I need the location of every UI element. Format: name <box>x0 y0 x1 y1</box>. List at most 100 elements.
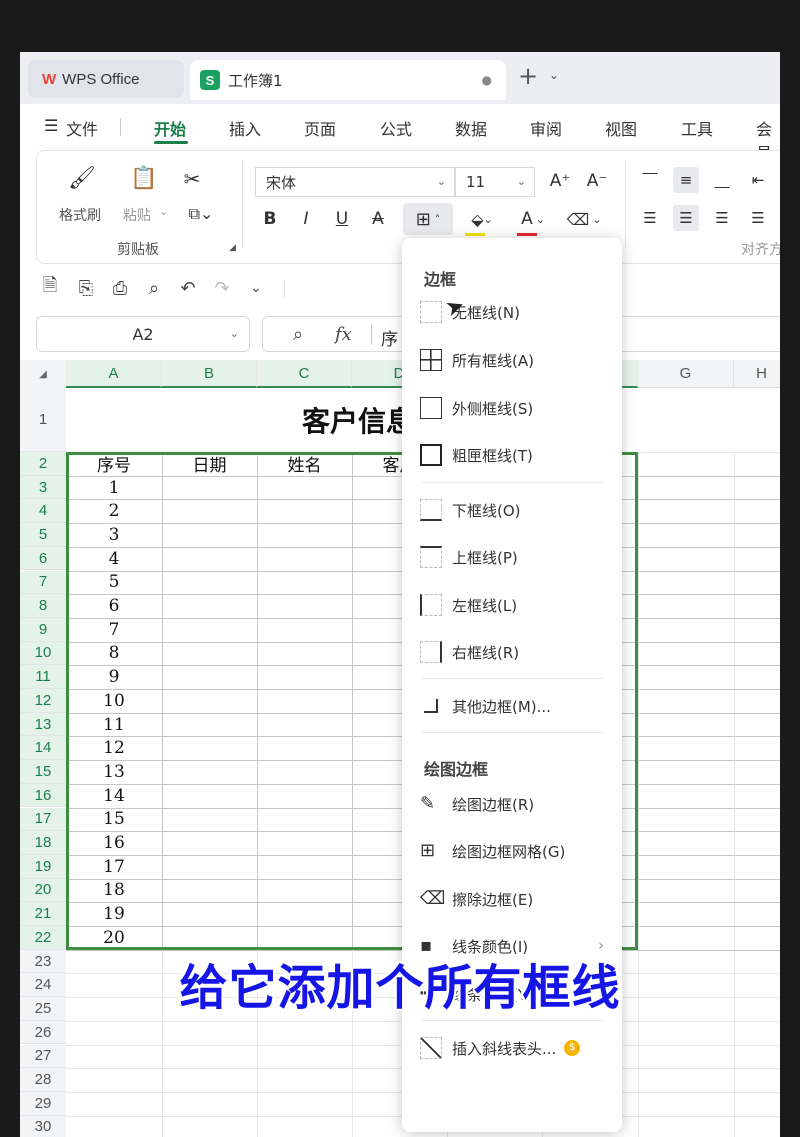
row-header-26[interactable]: 26 <box>20 1020 66 1045</box>
align-bottom-icon[interactable]: ⎽ <box>709 167 735 193</box>
unsaved-dot-icon[interactable]: ● <box>482 73 492 87</box>
chevron-down-icon[interactable]: ⌄ <box>244 276 268 300</box>
underline-icon[interactable]: U <box>329 205 355 233</box>
menu-review[interactable]: 审阅 <box>530 116 562 140</box>
column-header-h[interactable]: H <box>734 360 780 388</box>
row-header-17[interactable]: 17 <box>20 807 66 832</box>
dialog-launcher-icon[interactable]: ◢ <box>229 243 236 253</box>
function-fx-icon[interactable]: fx <box>335 324 352 345</box>
row-header-12[interactable]: 12 <box>20 689 66 713</box>
all-borders-label: 所有框线(A) <box>452 351 534 370</box>
row-header-29[interactable]: 29 <box>20 1091 66 1116</box>
align-left-icon[interactable]: ☰ <box>637 205 663 231</box>
row-header-3[interactable]: 3 <box>20 475 66 500</box>
chevron-down-icon[interactable]: ⌄ <box>549 68 559 82</box>
font-color-button[interactable]: A ⌄ <box>513 205 553 233</box>
row-header-5[interactable]: 5 <box>20 523 66 547</box>
name-box[interactable]: A2 ⌄ <box>36 316 250 352</box>
all-borders-option[interactable]: 所有框线(A) <box>420 340 610 380</box>
row-header-11[interactable]: 11 <box>20 665 66 689</box>
export-pdf-icon[interactable]: ⎘ <box>74 276 98 300</box>
row-header-19[interactable]: 19 <box>20 854 66 879</box>
copy-icon[interactable]: ⧉⌄ <box>181 201 221 227</box>
row-header-13[interactable]: 13 <box>20 712 66 737</box>
fill-color-button[interactable]: ⬙ ⌄ <box>461 205 503 233</box>
row-header-16[interactable]: 16 <box>20 783 66 808</box>
wps-office-tab[interactable]: W WPS Office <box>28 60 184 98</box>
outside-borders-option[interactable]: 外侧框线(S) <box>420 388 610 428</box>
row-header-30[interactable]: 30 <box>20 1115 66 1137</box>
row-header-10[interactable]: 10 <box>20 641 66 666</box>
undo-icon[interactable]: ↶ <box>176 276 200 300</box>
align-right-icon[interactable]: ☰ <box>709 205 735 231</box>
align-center-icon[interactable]: ☰ <box>673 205 699 231</box>
row-header-1[interactable]: 1 <box>20 388 66 452</box>
row-header-2[interactable]: 2 <box>20 452 66 476</box>
row-header-14[interactable]: 14 <box>20 736 66 761</box>
align-middle-icon[interactable]: ≡ <box>673 167 699 193</box>
row-header-8[interactable]: 8 <box>20 594 66 618</box>
column-header-b[interactable]: B <box>162 360 257 388</box>
new-tab-button[interactable]: + <box>518 64 538 88</box>
erase-border-option[interactable]: ⌫ 擦除边框(E) <box>420 879 610 919</box>
left-border-option[interactable]: 左框线(L) <box>420 585 610 625</box>
save-icon[interactable]: 🗎 <box>38 275 62 300</box>
spreadsheet-grid[interactable]: ◢ ABCDEFGH123456789101112131415161718192… <box>20 360 780 1137</box>
select-all-corner[interactable]: ◢ <box>20 360 66 388</box>
thick-box-border-option[interactable]: 粗匣框线(T) <box>420 435 610 475</box>
bold-icon[interactable]: B <box>257 205 283 233</box>
row-header-28[interactable]: 28 <box>20 1068 66 1092</box>
menu-page[interactable]: 页面 <box>304 116 336 140</box>
border-button[interactable]: ⊞ ˄ <box>403 203 453 235</box>
zoom-search-icon[interactable]: ⌕ <box>293 324 303 345</box>
bottom-border-option[interactable]: 下框线(O) <box>420 490 610 530</box>
increase-font-icon[interactable]: A⁺ <box>547 167 573 195</box>
row-header-9[interactable]: 9 <box>20 617 66 642</box>
column-header-c[interactable]: C <box>257 360 352 388</box>
column-header-a[interactable]: A <box>66 360 162 388</box>
row-header-7[interactable]: 7 <box>20 570 66 595</box>
ribbon-divider <box>625 161 626 247</box>
draw-border-option[interactable]: ✎ 绘图边框(R) <box>420 784 610 824</box>
outside-borders-icon <box>420 397 442 419</box>
format-painter-icon[interactable]: 🖌 <box>67 163 97 193</box>
column-header-g[interactable]: G <box>638 360 734 388</box>
diagonal-header-option[interactable]: 插入斜线表头... $ <box>420 1028 610 1068</box>
row-header-18[interactable]: 18 <box>20 831 66 855</box>
row-header-22[interactable]: 22 <box>20 926 66 950</box>
indent-icon[interactable]: ⇤ <box>745 167 771 193</box>
menu-view[interactable]: 视图 <box>605 116 637 140</box>
menu-file[interactable]: 文件 <box>66 116 98 140</box>
right-border-option[interactable]: 右框线(R) <box>420 632 610 672</box>
font-size-select[interactable]: 11 ⌄ <box>455 167 535 197</box>
menu-data[interactable]: 数据 <box>455 116 487 140</box>
row-header-20[interactable]: 20 <box>20 878 66 903</box>
draw-border-grid-option[interactable]: ⊞ 绘图边框网格(G) <box>420 831 610 871</box>
row-header-15[interactable]: 15 <box>20 760 66 784</box>
print-preview-icon[interactable]: ⌕ <box>142 276 166 300</box>
menu-formula[interactable]: 公式 <box>380 116 412 140</box>
workbook-tab-label: 工作簿1 <box>228 71 283 90</box>
menu-tools[interactable]: 工具 <box>681 116 713 140</box>
more-borders-option[interactable]: 其他边框(M)... <box>420 686 610 726</box>
justify-icon[interactable]: ☰ <box>745 205 771 231</box>
row-header-4[interactable]: 4 <box>20 499 66 524</box>
cut-icon[interactable]: ✂ <box>177 165 207 193</box>
hamburger-menu-icon[interactable]: ☰ <box>44 116 58 135</box>
row-header-21[interactable]: 21 <box>20 902 66 926</box>
align-top-icon[interactable]: ⎺ <box>637 167 663 193</box>
row-header-6[interactable]: 6 <box>20 546 66 571</box>
font-name-select[interactable]: 宋体 ⌄ <box>255 167 455 197</box>
menu-insert[interactable]: 插入 <box>229 116 261 140</box>
clear-format-button[interactable]: ⌫ ⌄ <box>563 205 605 233</box>
row-header-27[interactable]: 27 <box>20 1044 66 1069</box>
menu-home[interactable]: 开始 <box>154 116 186 140</box>
top-border-option[interactable]: 上框线(P) <box>420 537 610 577</box>
decrease-font-icon[interactable]: A⁻ <box>584 167 610 195</box>
border-section-title: 边框 <box>424 270 457 289</box>
format-painter-label[interactable]: 格式刷 <box>59 205 101 225</box>
italic-icon[interactable]: I <box>293 205 319 233</box>
workbook-tab[interactable]: S 工作簿1 ● <box>190 60 506 100</box>
print-icon[interactable]: ⎙ <box>108 276 132 300</box>
strikethrough-icon[interactable]: A <box>365 205 391 233</box>
